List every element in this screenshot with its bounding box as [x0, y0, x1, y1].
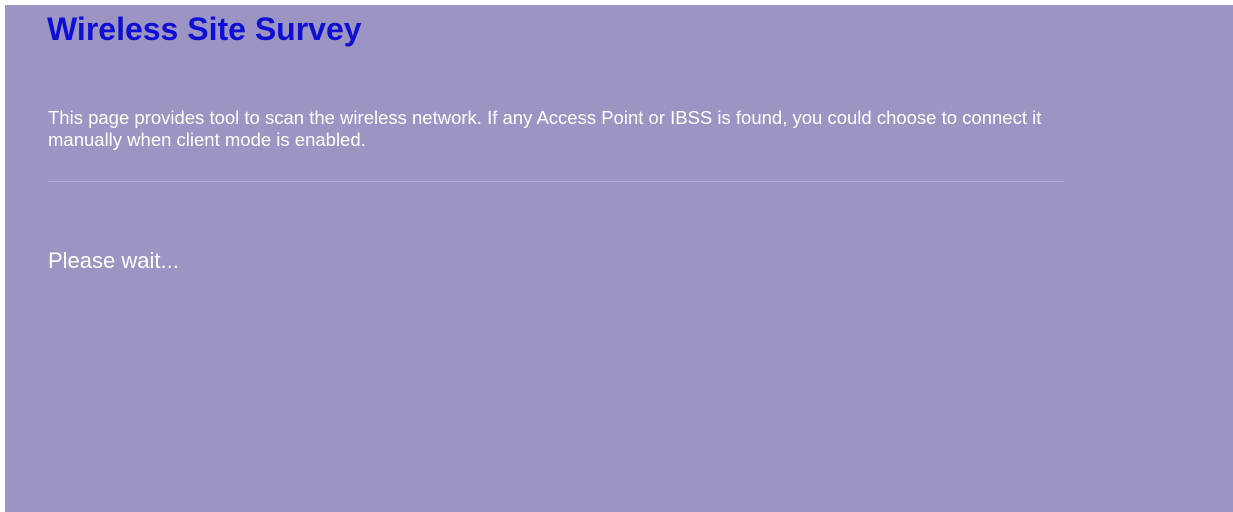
- page-container: Wireless Site Survey This page provides …: [5, 5, 1233, 512]
- status-message: Please wait...: [48, 248, 179, 273]
- page-description: This page provides tool to scan the wire…: [48, 107, 1042, 150]
- divider: [48, 181, 1064, 182]
- page-title: Wireless Site Survey: [47, 11, 362, 47]
